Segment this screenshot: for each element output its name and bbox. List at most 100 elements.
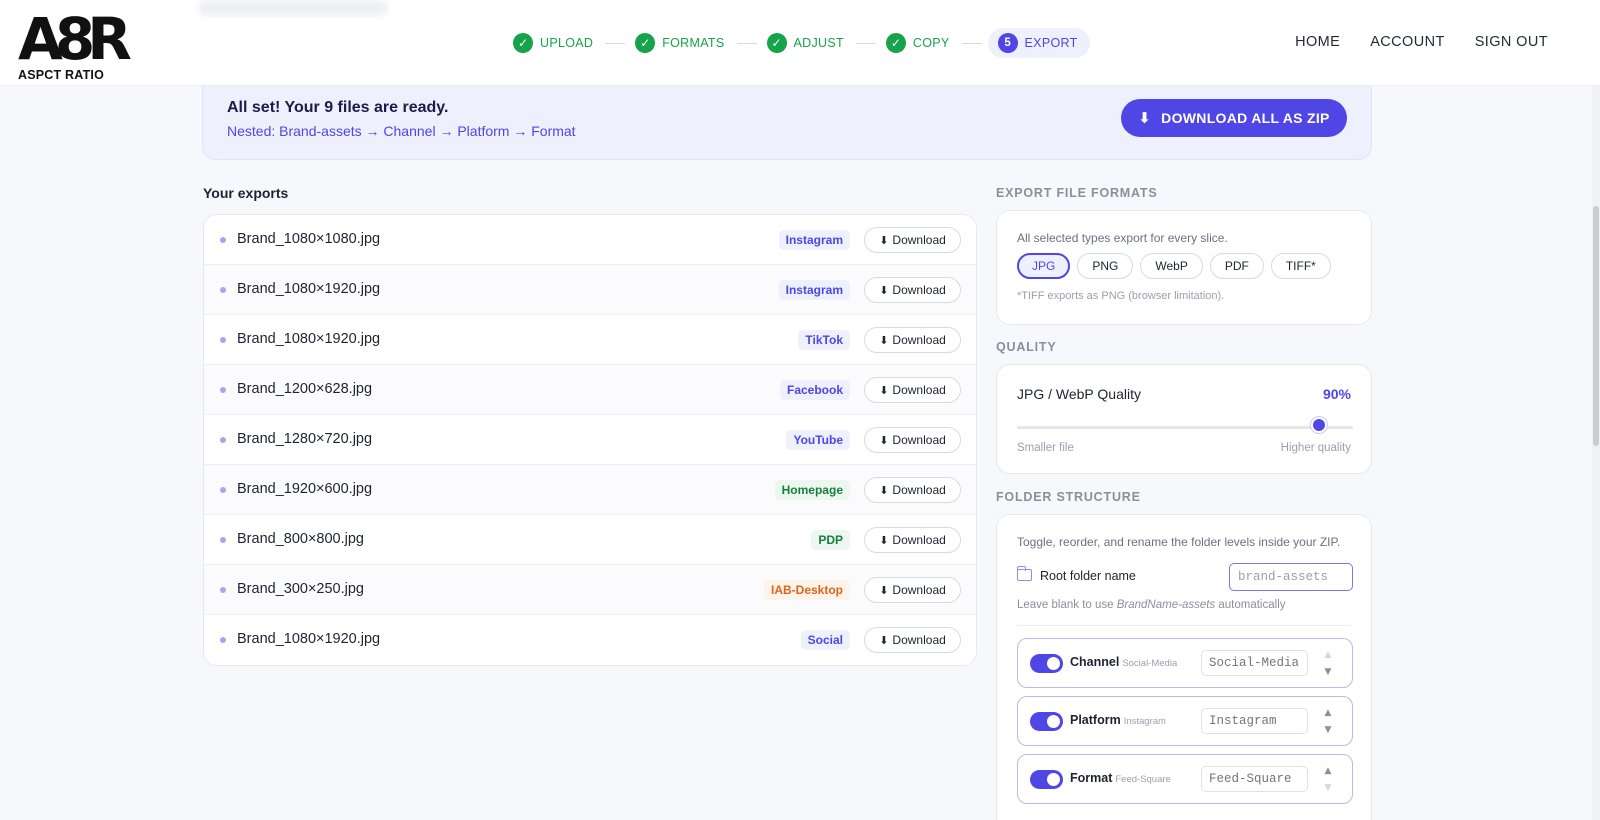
check-icon: ✓ <box>635 33 656 53</box>
quality-card: JPG / WebP Quality 90% Smaller file High… <box>996 364 1372 474</box>
file-name: Brand_1920×600.jpg <box>237 481 373 497</box>
move-down-icon[interactable]: ▼ <box>1321 723 1335 737</box>
format-chip-png[interactable]: PNG <box>1077 253 1134 279</box>
download-button[interactable]: ⬇ Download <box>864 227 961 253</box>
platform-tag: Instagram <box>778 230 850 250</box>
level-title: Platform <box>1070 713 1121 727</box>
format-chip-webp[interactable]: WebP <box>1140 253 1203 279</box>
platform-tag: YouTube <box>786 430 850 450</box>
exports-title: Your exports <box>203 185 289 201</box>
download-label: Download <box>892 333 946 347</box>
level-name: Format Feed-Square <box>1070 771 1171 785</box>
quality-value: 90% <box>1322 386 1351 402</box>
formats-description: All selected types export for every slic… <box>1017 231 1228 245</box>
step-separator <box>961 42 982 44</box>
level-rename-input[interactable] <box>1201 650 1308 676</box>
level-toggle[interactable] <box>1030 770 1063 789</box>
level-example: Feed-Square <box>1115 774 1171 785</box>
download-button[interactable]: ⬇ Download <box>864 427 961 453</box>
hint-suffix: automatically <box>1215 599 1286 611</box>
check-icon: ✓ <box>885 33 906 53</box>
download-button[interactable]: ⬇ Download <box>864 377 961 403</box>
scrollbar-thumb[interactable] <box>1593 206 1599 446</box>
divider <box>1017 625 1353 626</box>
formats-section-label: EXPORT FILE FORMATS <box>996 186 1158 200</box>
blurred-placeholder <box>198 0 388 16</box>
export-row: Brand_1200×628.jpg Facebook ⬇ Download <box>204 365 976 415</box>
exports-list: Brand_1080×1080.jpg Instagram ⬇ Download … <box>203 214 977 666</box>
download-button[interactable]: ⬇ Download <box>864 627 961 653</box>
move-up-icon[interactable]: ▲ <box>1321 764 1335 778</box>
step-label: ADJUST <box>793 36 844 50</box>
page-scrollbar[interactable] <box>1592 86 1600 820</box>
folders-description: Toggle, reorder, and rename the folder l… <box>1017 535 1341 549</box>
export-row: Brand_1920×600.jpg Homepage ⬇ Download <box>204 465 976 515</box>
root-folder-row: Root folder name <box>1016 563 1353 591</box>
step-copy[interactable]: ✓ COPY <box>882 28 962 58</box>
level-rename-input[interactable] <box>1201 708 1308 734</box>
download-label: Download <box>892 583 946 597</box>
ready-banner: All set! Your 9 files are ready. Nested:… <box>202 86 1372 160</box>
download-icon: ⬇ <box>879 383 889 397</box>
quality-slider-track[interactable] <box>1017 426 1353 429</box>
export-row: Brand_1080×1920.jpg TikTok ⬇ Download <box>204 315 976 365</box>
folders-card: Toggle, reorder, and rename the folder l… <box>996 514 1372 820</box>
nav-signout-link[interactable]: SIGN OUT <box>1475 34 1548 50</box>
level-example: Instagram <box>1123 716 1166 727</box>
platform-tag: Facebook <box>779 380 850 400</box>
root-folder-input[interactable] <box>1229 563 1353 591</box>
bullet-dot <box>220 387 226 393</box>
step-separator <box>855 42 876 44</box>
logo-mark: A8R <box>18 5 132 73</box>
move-up-icon[interactable]: ▲ <box>1321 706 1335 720</box>
level-rename-input[interactable] <box>1201 766 1308 792</box>
level-toggle[interactable] <box>1030 654 1063 673</box>
format-chip-jpg[interactable]: JPG <box>1017 253 1071 279</box>
export-row: Brand_300×250.jpg IAB-Desktop ⬇ Download <box>204 565 976 615</box>
bullet-dot <box>220 337 226 343</box>
file-name: Brand_1080×1920.jpg <box>237 331 381 347</box>
file-name: Brand_1080×1920.jpg <box>237 281 381 297</box>
export-row: Brand_1080×1920.jpg Instagram ⬇ Download <box>204 265 976 315</box>
level-toggle[interactable] <box>1030 712 1063 731</box>
move-down-icon[interactable]: ▼ <box>1321 665 1335 679</box>
step-separator <box>736 42 757 44</box>
hint-prefix: Leave blank to use <box>1017 599 1117 611</box>
zip-button-label: DOWNLOAD ALL AS ZIP <box>1161 110 1330 126</box>
brand-logo[interactable]: A8R ASPCT RATIO <box>18 10 132 82</box>
download-zip-button[interactable]: ⬇ DOWNLOAD ALL AS ZIP <box>1121 99 1347 137</box>
download-label: Download <box>892 383 946 397</box>
download-icon: ⬇ <box>879 333 889 347</box>
quality-slider-thumb[interactable] <box>1311 417 1328 433</box>
download-label: Download <box>892 283 946 297</box>
download-button[interactable]: ⬇ Download <box>864 527 961 553</box>
nav-home-link[interactable]: HOME <box>1295 34 1340 50</box>
step-label: EXPORT <box>1024 36 1078 50</box>
download-button[interactable]: ⬇ Download <box>864 477 961 503</box>
nav-account-link[interactable]: ACCOUNT <box>1370 34 1445 50</box>
step-label: FORMATS <box>662 36 725 50</box>
step-upload[interactable]: ✓ UPLOAD <box>509 28 605 58</box>
step-export[interactable]: 5 EXPORT <box>987 28 1090 58</box>
platform-tag: Instagram <box>778 280 850 300</box>
move-down-icon[interactable]: ▼ <box>1321 781 1335 795</box>
banner-subtitle: Nested: Brand-assets → Channel → Platfor… <box>227 123 576 139</box>
download-button[interactable]: ⬇ Download <box>864 577 961 603</box>
step-separator <box>605 42 626 44</box>
folder-level-channel: ChannelSocial-Media ▲ ▼ <box>1017 638 1353 688</box>
step-formats[interactable]: ✓ FORMATS <box>631 28 736 58</box>
format-chip-pdf[interactable]: PDF <box>1209 253 1264 279</box>
level-title: Format <box>1070 771 1113 785</box>
step-adjust[interactable]: ✓ ADJUST <box>763 28 856 58</box>
step-label: COPY <box>912 36 950 50</box>
download-label: Download <box>892 483 946 497</box>
file-name: Brand_1080×1080.jpg <box>237 231 381 247</box>
quality-section-label: QUALITY <box>996 340 1057 354</box>
move-up-icon[interactable]: ▲ <box>1321 648 1335 662</box>
export-row: Brand_1280×720.jpg YouTube ⬇ Download <box>204 415 976 465</box>
top-nav: HOME ACCOUNT SIGN OUT <box>1295 34 1548 50</box>
file-name: Brand_300×250.jpg <box>237 581 364 597</box>
format-chip-tiff[interactable]: TIFF* <box>1270 253 1331 279</box>
download-button[interactable]: ⬇ Download <box>864 277 961 303</box>
download-button[interactable]: ⬇ Download <box>864 327 961 353</box>
